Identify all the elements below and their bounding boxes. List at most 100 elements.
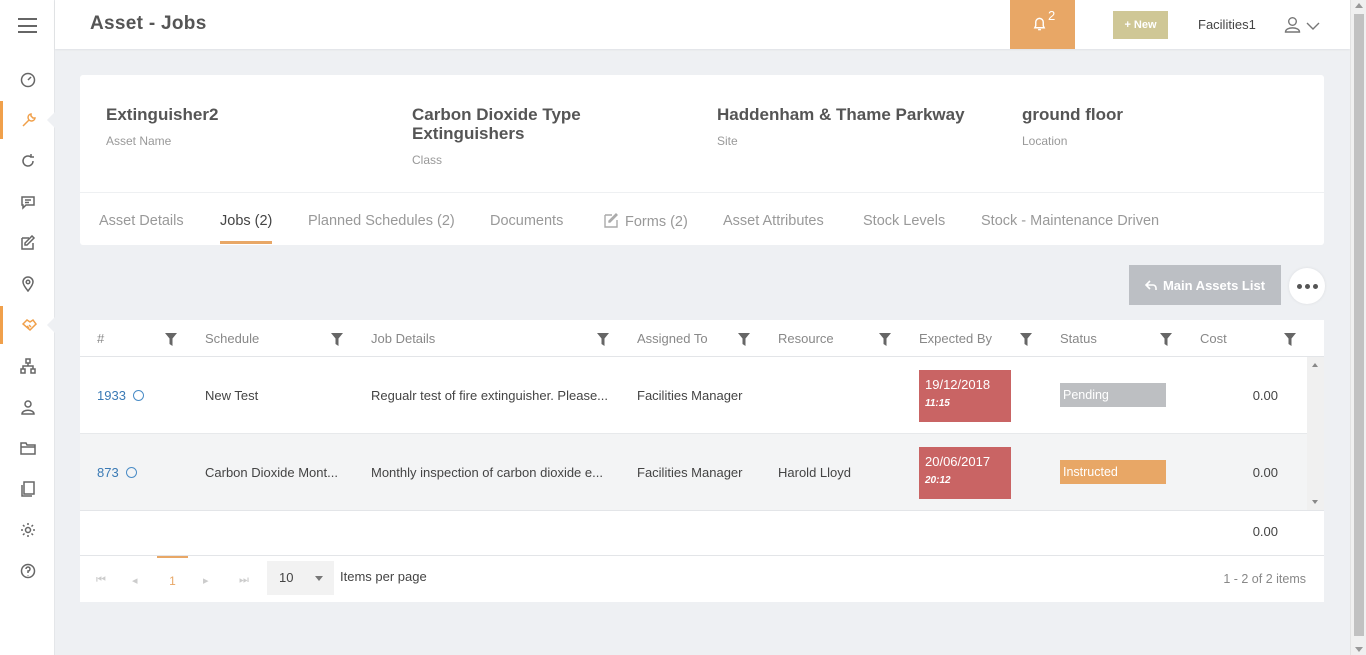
chat-icon[interactable] [0,183,55,221]
expected-by-badge: 20/06/2017 20:12 [919,447,1011,499]
table-row[interactable]: 873 Carbon Dioxide Mont... Monthly inspe… [80,434,1307,511]
tab-planned-schedules[interactable]: Planned Schedules (2) [308,213,455,229]
filter-icon[interactable] [1020,333,1032,346]
job-id-link[interactable]: 873 [97,434,137,511]
chevron-down-icon[interactable] [1306,19,1320,30]
asset-name-value: Extinguisher2 [106,105,219,124]
location-pin-icon[interactable] [0,265,55,303]
previous-page-icon[interactable]: ◂ [132,574,138,587]
column-header-assigned-to[interactable]: Assigned To [637,320,708,357]
assigned-to-cell: Facilities Manager [637,465,743,480]
sidebar [0,0,56,655]
refresh-icon[interactable] [0,142,55,180]
job-history-icon[interactable] [125,467,137,478]
job-id-link[interactable]: 1933 [97,357,144,434]
help-icon[interactable] [0,552,55,590]
expected-by-badge: 19/12/2018 11:15 [919,370,1011,422]
job-history-icon[interactable] [132,390,144,401]
hamburger-menu-icon[interactable] [18,18,37,33]
filter-icon[interactable] [165,333,177,346]
column-header-expected-by[interactable]: Expected By [919,320,992,357]
column-header-id[interactable]: # [97,320,104,357]
tab-documents[interactable]: Documents [490,213,563,229]
users-icon[interactable] [0,388,55,426]
column-header-resource[interactable]: Resource [778,320,834,357]
notification-count: 2 [1048,8,1056,23]
main-assets-list-label: Main Assets List [1162,277,1266,293]
edit-icon[interactable] [0,224,55,262]
asset-class-label: Class [412,153,443,167]
card-divider [80,192,1324,193]
hierarchy-icon[interactable] [0,347,55,385]
asset-location-value: ground floor [1022,105,1124,124]
settings-gear-icon[interactable] [0,511,55,549]
tab-stock-levels[interactable]: Stock Levels [863,213,945,229]
bell-icon [1033,17,1046,31]
schedule-cell: New Test [205,388,259,403]
dashboard-icon[interactable] [0,61,55,99]
total-cost: 0.00 [1252,524,1278,539]
schedule-cell: Carbon Dioxide Mont... [205,465,338,480]
next-page-icon[interactable]: ▸ [203,574,209,587]
filter-icon[interactable] [1284,333,1296,346]
main-assets-list-button[interactable]: Main Assets List [1129,265,1281,305]
scrollbar-thumb[interactable] [1354,14,1364,636]
grid-scroll-down-icon[interactable] [1312,500,1318,504]
grid-footer-divider [80,510,1324,511]
column-header-status[interactable]: Status [1060,320,1097,357]
status-badge: Instructed [1060,460,1166,484]
asset-name-label: Asset Name [106,134,172,148]
first-page-icon[interactable]: ⏮ [96,574,106,587]
wrench-icon[interactable] [0,101,56,139]
cost-cell: 0.00 [1252,465,1278,480]
items-per-page-label: Items per page [340,569,427,584]
column-header-cost[interactable]: Cost [1200,320,1227,357]
page-size-select[interactable]: 10 [267,561,334,595]
more-options-button[interactable] [1289,268,1325,304]
pager-divider [80,555,1324,556]
table-row[interactable]: 1933 New Test Regualr test of fire extin… [80,357,1307,434]
grid-scroll-up-icon[interactable] [1312,363,1318,367]
asset-info-card: Extinguisher2 Asset Name Carbon Dioxide … [80,75,1324,245]
reply-arrow-icon [1144,279,1157,290]
tab-stock-maintenance-driven[interactable]: Stock - Maintenance Driven [981,213,1159,229]
column-header-job-details[interactable]: Job Details [371,320,435,357]
edit-form-icon [604,213,618,228]
filter-icon[interactable] [331,333,343,346]
page-scrollbar[interactable] [1350,0,1366,655]
resource-cell: Harold Lloyd [778,465,851,480]
asset-class-field: Carbon Dioxide Type Extinguishers Class [412,105,632,167]
user-avatar-icon[interactable] [1284,16,1301,33]
expected-time: 20:12 [925,475,951,486]
tab-asset-details[interactable]: Asset Details [99,213,184,229]
tab-forms-label: Forms (2) [625,214,688,230]
asset-site-field: Haddenham & Thame Parkway Site [717,105,977,148]
column-header-schedule[interactable]: Schedule [205,320,259,357]
filter-icon[interactable] [879,333,891,346]
last-page-icon[interactable]: ⏭ [239,574,249,587]
status-badge: Pending [1060,383,1166,407]
page-size-value: 10 [279,570,294,585]
pager-range-info: 1 - 2 of 2 items [1223,572,1306,586]
folder-icon[interactable] [0,429,55,467]
asset-site-label: Site [717,134,738,148]
grid-scrollbar[interactable] [1307,357,1324,510]
documents-icon[interactable] [0,470,55,508]
user-name[interactable]: Facilities1 [1198,17,1256,32]
page-title: Asset - Jobs [90,13,207,34]
filter-icon[interactable] [738,333,750,346]
scroll-down-arrow-icon[interactable] [1355,647,1363,652]
asset-name-field: Extinguisher2 Asset Name [106,105,366,148]
tab-forms[interactable]: Forms (2) [604,213,688,230]
handshake-icon[interactable] [0,306,56,344]
tab-asset-attributes[interactable]: Asset Attributes [723,213,824,229]
new-button[interactable]: + New [1113,11,1168,39]
tab-jobs[interactable]: Jobs (2) [220,213,272,229]
jobs-grid: # Schedule Job Details Assigned To Resou… [80,320,1324,602]
notifications-button[interactable]: 2 [1010,0,1075,49]
scroll-up-arrow-icon[interactable] [1355,3,1363,8]
current-page-button[interactable]: 1 [157,556,188,602]
filter-icon[interactable] [1160,333,1172,346]
top-header: Asset - Jobs 2 + New Facilities1 [55,0,1350,49]
filter-icon[interactable] [597,333,609,346]
